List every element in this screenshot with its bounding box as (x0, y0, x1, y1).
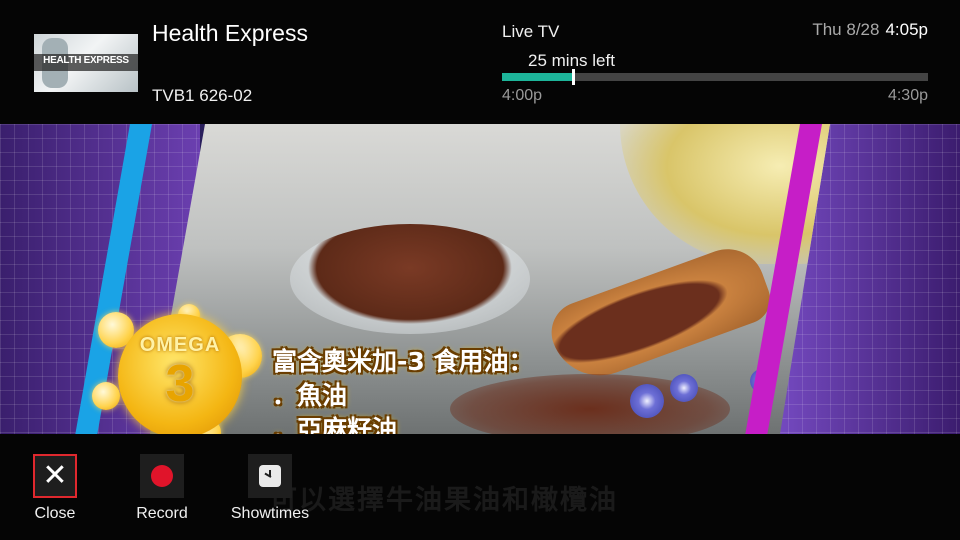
program-thumbnail: HEALTH EXPRESS (34, 34, 138, 92)
showtimes-button-box[interactable] (248, 454, 292, 498)
omega-3-badge: OMEGA 3 (118, 314, 242, 434)
record-icon (151, 465, 173, 487)
close-icon: ✕ (42, 459, 68, 492)
record-button-box[interactable] (140, 454, 184, 498)
close-button[interactable]: ✕ Close (5, 454, 105, 523)
clock-icon (259, 465, 281, 487)
food-scene (150, 124, 830, 434)
clock-time: 4:05p (885, 20, 928, 39)
clock: Thu 8/28 4:05p (812, 20, 928, 40)
flax-flower (630, 384, 664, 418)
background-subtitle: 可以選擇牛油果油和橄欖油 (270, 485, 618, 516)
progress-fill (502, 73, 574, 81)
caption-line: 富含奧米加-3 食用油： (272, 347, 534, 376)
record-button-label: Record (136, 505, 188, 522)
record-button[interactable]: Record (112, 454, 212, 523)
seed-bowl (290, 224, 530, 334)
action-bar: 可以選擇牛油果油和橄欖油 ✕ Close Record Showtimes (0, 434, 960, 540)
live-tv-label: Live TV (502, 22, 560, 41)
close-button-label: Close (34, 505, 76, 522)
start-time: 4:00p (502, 87, 543, 104)
flax-flower (670, 374, 698, 402)
thumbnail-logo-text: HEALTH EXPRESS (43, 55, 129, 66)
program-title: Health Express (152, 20, 308, 46)
time-remaining: 25 mins left (528, 51, 615, 70)
wooden-scoop (542, 238, 778, 390)
caption-line: ．魚油 (272, 381, 348, 410)
showtimes-button[interactable]: Showtimes (220, 454, 320, 523)
omega-bubble (92, 382, 120, 410)
progress-handle (572, 69, 576, 85)
caption-line: ．亞麻籽油 (272, 415, 398, 434)
close-button-box[interactable]: ✕ (33, 454, 77, 498)
showtimes-button-label: Showtimes (230, 505, 310, 522)
video-frame: OMEGA 3 富含奧米加-3 食用油： ．魚油 ．亞麻籽油 (0, 124, 960, 434)
program-info-bar: HEALTH EXPRESS Health Express TVB1 626-0… (0, 0, 960, 124)
end-time: 4:30p (887, 87, 928, 104)
omega-badge-number: 3 (165, 355, 195, 413)
clock-date: Thu 8/28 (812, 20, 880, 39)
channel-number: TVB1 626-02 (152, 86, 253, 105)
program-progress-bar (502, 69, 928, 85)
